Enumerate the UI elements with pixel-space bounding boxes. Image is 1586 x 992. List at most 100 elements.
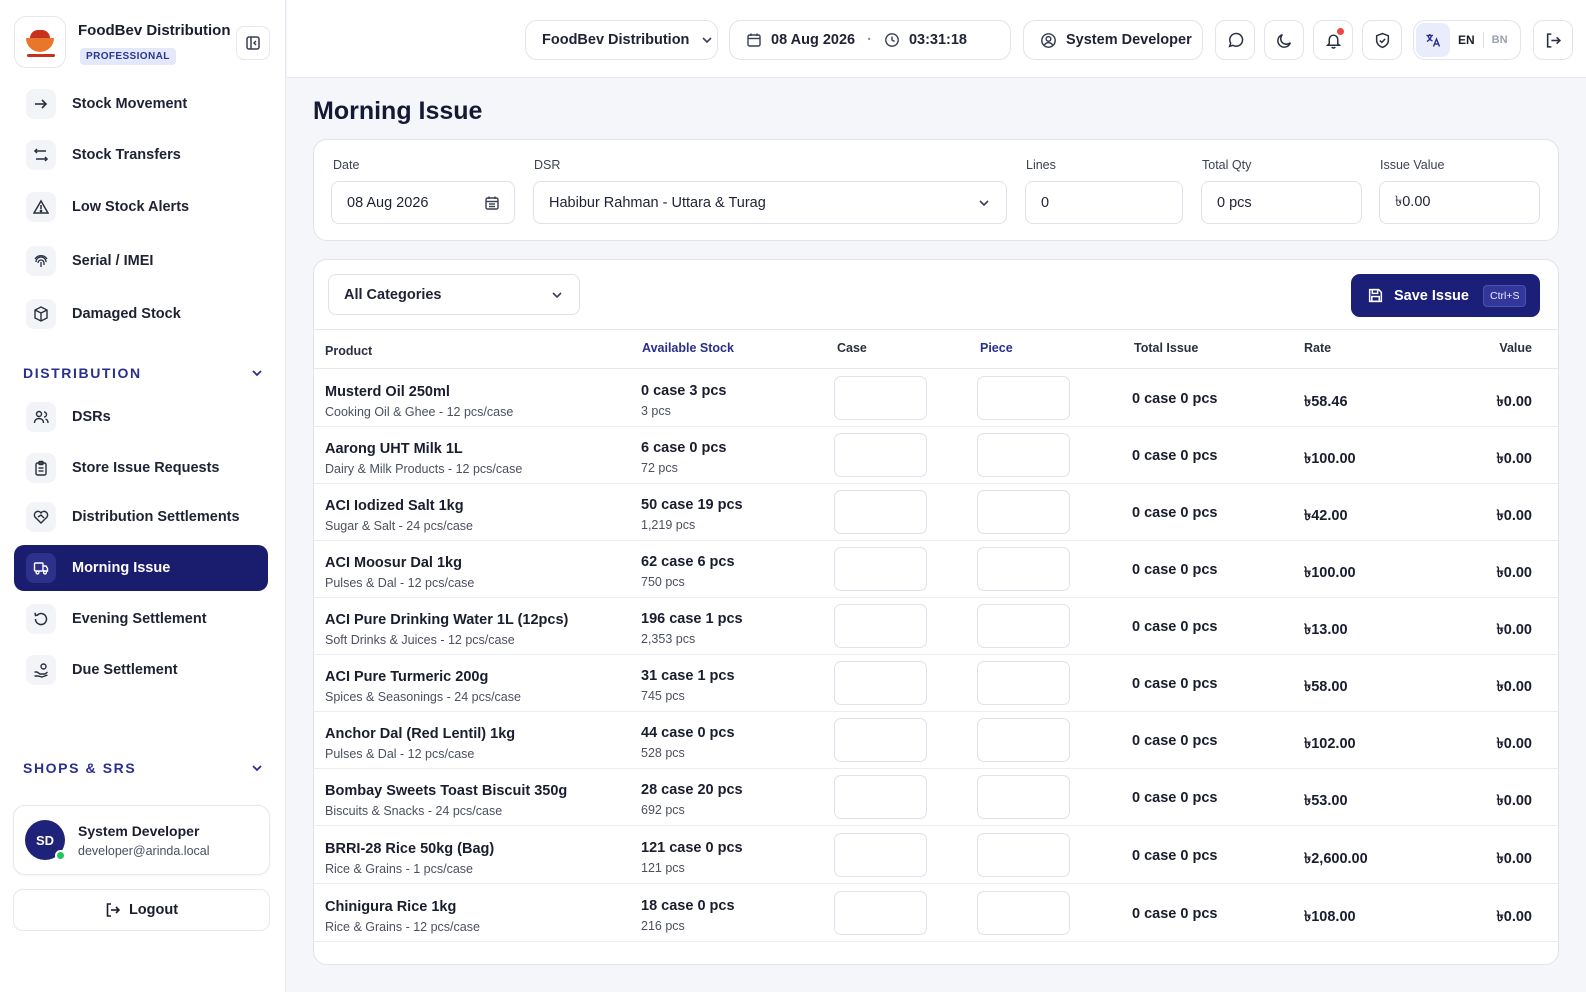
security-button[interactable] (1362, 20, 1402, 60)
nav-label: Damaged Stock (72, 306, 181, 322)
user-menu-button[interactable]: System Developer (1023, 20, 1203, 60)
piece-qty-input[interactable] (977, 891, 1070, 935)
piece-qty-input[interactable] (977, 376, 1070, 420)
case-qty-input[interactable] (834, 891, 927, 935)
piece-qty-input[interactable] (977, 547, 1070, 591)
logout-button[interactable]: Logout (13, 889, 270, 931)
col-value: Value (1499, 341, 1532, 355)
nav-item-dsrs[interactable]: DSRs (14, 394, 268, 440)
case-qty-input[interactable] (834, 718, 927, 762)
total-issue: 0 case 0 pcs (1132, 790, 1218, 806)
line-value: ৳0.00 (1496, 451, 1532, 467)
nav-item-low-stock-alerts[interactable]: Low Stock Alerts (14, 184, 268, 230)
line-value: ৳0.00 (1496, 394, 1532, 410)
date-label: Date (333, 158, 360, 172)
collapse-sidebar-button[interactable] (236, 26, 270, 60)
lang-divider (1482, 32, 1484, 48)
rate: ৳13.00 (1304, 622, 1348, 638)
chevron-down-icon (979, 199, 989, 206)
user-card[interactable]: SD System Developer developer@arinda.loc… (13, 805, 270, 875)
rate: ৳100.00 (1304, 451, 1356, 467)
issue-table-card: All Categories Save Issue Ctrl+S Product… (313, 259, 1559, 965)
datetime-display: 08 Aug 2026 · 03:31:18 (729, 20, 1011, 60)
table-row: Anchor Dal (Red Lentil) 1kg Pulses & Dal … (314, 712, 1558, 769)
nav-item-stock-movement[interactable]: Stock Movement (14, 81, 268, 127)
chevron-down-icon (252, 370, 262, 377)
nav-item-damaged-stock[interactable]: Damaged Stock (14, 291, 268, 337)
notifications-button[interactable] (1313, 20, 1353, 60)
messages-button[interactable] (1215, 20, 1255, 60)
lang-en-button[interactable]: EN (1458, 33, 1475, 47)
case-qty-input[interactable] (834, 833, 927, 877)
case-qty-input[interactable] (834, 775, 927, 819)
logout-label: Logout (128, 902, 179, 918)
case-qty-input[interactable] (834, 433, 927, 477)
case-qty-input[interactable] (834, 376, 927, 420)
available-stock-cases: 44 case 0 pcs (641, 725, 735, 741)
available-stock-pieces: 2,353 pcs (641, 632, 696, 646)
lang-bn-button[interactable]: BN (1492, 34, 1508, 46)
transfer-arrows-icon (26, 140, 56, 170)
col-product[interactable]: Product (325, 344, 372, 358)
piece-qty-input[interactable] (977, 718, 1070, 762)
nav-item-due-settlement[interactable]: Due Settlement (14, 647, 268, 693)
section-distribution-toggle[interactable]: DISTRIBUTION (23, 363, 263, 383)
product-name: BRRI-28 Rice 50kg (Bag) (325, 841, 495, 857)
nav-item-morning-issue[interactable]: Morning Issue (14, 545, 268, 591)
nav-label: Stock Movement (72, 96, 188, 112)
total-qty-value: 0 pcs (1217, 194, 1252, 211)
dsr-value: Habibur Rahman - Uttara & Turag (549, 194, 766, 211)
nav-label: Distribution Settlements (72, 509, 240, 525)
dsr-select[interactable]: Habibur Rahman - Uttara & Turag (533, 181, 1007, 224)
save-icon (1368, 288, 1383, 303)
category-filter-select[interactable]: All Categories (328, 274, 580, 315)
nav-item-store-issue-requests[interactable]: Store Issue Requests (14, 445, 268, 491)
piece-qty-input[interactable] (977, 775, 1070, 819)
save-issue-button[interactable]: Save Issue Ctrl+S (1351, 274, 1540, 317)
section-shops-toggle[interactable]: SHOPS & SRS (23, 758, 263, 778)
nav-label: Store Issue Requests (72, 460, 220, 476)
col-piece[interactable]: Piece (980, 341, 1013, 355)
col-available-stock[interactable]: Available Stock (642, 341, 734, 355)
case-qty-input[interactable] (834, 490, 927, 534)
piece-qty-input[interactable] (977, 604, 1070, 648)
available-stock-cases: 0 case 3 pcs (641, 383, 727, 399)
current-date: 08 Aug 2026 (771, 32, 856, 48)
hand-coins-icon (26, 655, 56, 685)
case-qty-input[interactable] (834, 661, 927, 705)
dsr-label: DSR (534, 158, 561, 172)
topbar-logout-button[interactable] (1533, 20, 1573, 60)
topbar-user-name: System Developer (1066, 32, 1192, 48)
nav-item-distribution-settlements[interactable]: Distribution Settlements (14, 494, 268, 540)
product-name: Anchor Dal (Red Lentil) 1kg (325, 726, 516, 742)
rate: ৳108.00 (1304, 909, 1356, 925)
notification-dot (1337, 28, 1344, 35)
theme-toggle-button[interactable] (1264, 20, 1304, 60)
total-qty-label: Total Qty (1202, 158, 1252, 172)
nav-item-stock-transfers[interactable]: Stock Transfers (14, 132, 268, 178)
rate: ৳2,600.00 (1304, 851, 1368, 867)
piece-qty-input[interactable] (977, 433, 1070, 477)
product-name: Bombay Sweets Toast Biscuit 350g (325, 783, 568, 799)
product-name: ACI Iodized Salt 1kg (325, 498, 464, 514)
line-value: ৳0.00 (1496, 851, 1532, 867)
case-qty-input[interactable] (834, 547, 927, 591)
clock-icon (885, 33, 899, 47)
product-category: Spices & Seasonings - 24 pcs/case (325, 690, 521, 704)
company-selector[interactable]: FoodBev Distribution (525, 20, 718, 60)
nav-item-evening-settlement[interactable]: Evening Settlement (14, 596, 268, 642)
nav-item-serial-imei[interactable]: Serial / IMEI (14, 238, 268, 284)
piece-qty-input[interactable] (977, 490, 1070, 534)
section-label: SHOPS & SRS (23, 760, 137, 776)
case-qty-input[interactable] (834, 604, 927, 648)
piece-qty-input[interactable] (977, 833, 1070, 877)
nav-label: DSRs (72, 409, 111, 425)
rate: ৳58.00 (1304, 679, 1348, 695)
page-title: Morning Issue (313, 97, 483, 125)
piece-qty-input[interactable] (977, 661, 1070, 705)
table-row: Musterd Oil 250ml Cooking Oil & Ghee - 12… (314, 370, 1558, 427)
available-stock-cases: 18 case 0 pcs (641, 898, 735, 914)
date-picker[interactable]: 08 Aug 2026 (331, 181, 515, 224)
lines-value: 0 (1041, 194, 1050, 211)
chevron-down-icon (252, 765, 262, 772)
